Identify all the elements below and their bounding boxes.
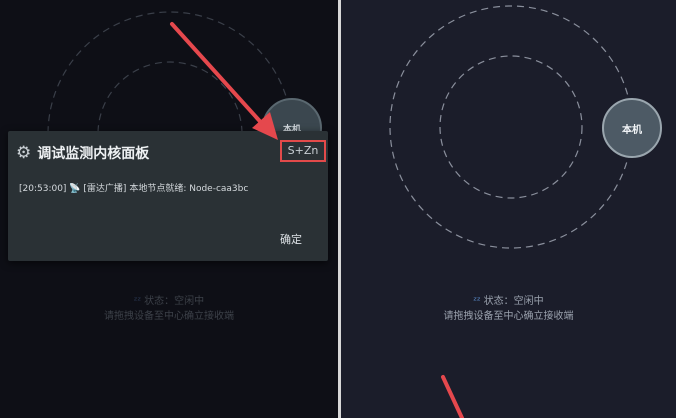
left-status-row: ᶻᶻ 状态：空闲中	[0, 294, 338, 309]
log-message: 本地节点就绪: Node-caa3bc	[129, 184, 249, 194]
right-outer-ring	[389, 5, 633, 249]
log-timestamp: [20:53:00]	[19, 184, 67, 194]
right-radar-rings	[389, 5, 633, 249]
local-node-label: 本机	[622, 124, 642, 136]
left-status-text: 状态：空闲中	[144, 296, 205, 307]
right-status-text: 状态：空闲中	[483, 296, 544, 307]
log-entry: [20:53:00] 📡 [雷达广播] 本地节点就绪: Node-caa3bc	[19, 181, 248, 194]
left-hint-text: 请拖拽设备至中心确立接收端	[104, 311, 234, 322]
right-screen: 本机 ᶻᶻ 状态：空闲中 请拖拽设备至中心确立接收端	[341, 0, 676, 418]
shortcut-badge: S+Zn	[280, 140, 326, 162]
sleep-icon: ᶻᶻ	[133, 296, 142, 307]
log-tag: [雷达广播]	[83, 184, 127, 194]
gear-icon: ⚙	[16, 143, 32, 163]
dialog-title-row: ⚙ 调试监测内核面板	[16, 143, 149, 163]
right-hint-text: 请拖拽设备至中心确立接收端	[443, 311, 574, 322]
right-status-block: ᶻᶻ 状态：空闲中 请拖拽设备至中心确立接收端	[341, 294, 676, 324]
right-status-row: ᶻᶻ 状态：空闲中	[341, 294, 676, 309]
left-status-block: ᶻᶻ 状态：空闲中 请拖拽设备至中心确立接收端	[0, 294, 338, 324]
right-inner-ring	[439, 55, 583, 199]
confirm-button[interactable]: 确定	[274, 229, 308, 249]
dialog-title: 调试监测内核面板	[37, 146, 150, 162]
satellite-icon: 📡	[69, 184, 81, 194]
local-node-button[interactable]: 本机	[602, 98, 662, 158]
sleep-icon: ᶻᶻ	[473, 296, 481, 307]
